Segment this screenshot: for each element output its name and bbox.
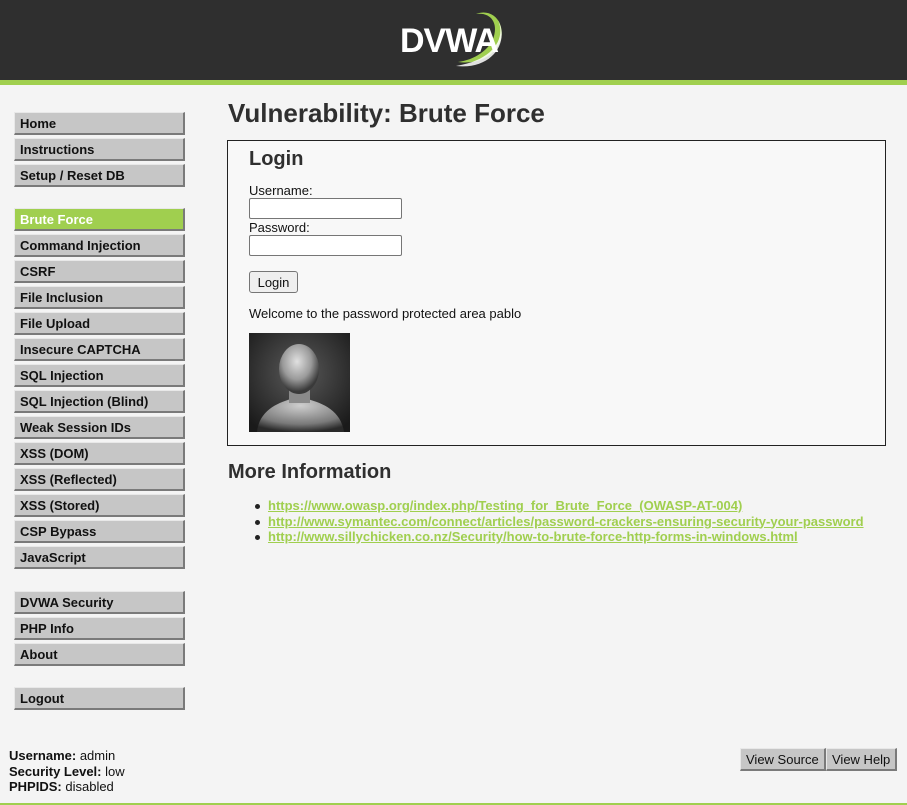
login-button[interactable]: Login xyxy=(249,271,298,293)
owasp-link[interactable]: https://www.owasp.org/index.php/Testing_… xyxy=(268,498,742,513)
menu-item-insecure-captcha[interactable]: Insecure CAPTCHA xyxy=(14,338,185,361)
login-panel: Login Username: Password: Login Welcome … xyxy=(227,140,886,446)
username-info-value: admin xyxy=(79,748,116,763)
menu-item-dvwa-security[interactable]: DVWA Security xyxy=(14,591,185,614)
view-help-button[interactable]: View Help xyxy=(826,748,897,771)
phpids-value: disabled xyxy=(65,779,114,794)
menu-item-file-inclusion[interactable]: File Inclusion xyxy=(14,286,185,309)
menu-item-csrf[interactable]: CSRF xyxy=(14,260,185,283)
list-item: https://www.owasp.org/index.php/Testing_… xyxy=(250,498,864,514)
menu-item-logout[interactable]: Logout xyxy=(14,687,185,710)
login-title: Login xyxy=(249,148,304,170)
menu-item-xss-reflected[interactable]: XSS (Reflected) xyxy=(14,468,185,491)
header-accent-line xyxy=(0,80,907,85)
menu-item-xss-dom[interactable]: XSS (DOM) xyxy=(14,442,185,465)
menu-group-logout: Logout xyxy=(14,687,185,713)
page-title: Vulnerability: Brute Force xyxy=(228,98,545,128)
menu-item-brute-force[interactable]: Brute Force xyxy=(14,208,185,231)
menu-item-about[interactable]: About xyxy=(14,643,185,666)
menu-item-xss-stored[interactable]: XSS (Stored) xyxy=(14,494,185,517)
menu-group-settings: DVWA Security PHP Info About xyxy=(14,591,185,669)
phpids-label: PHPIDS: xyxy=(9,779,62,794)
password-input[interactable] xyxy=(249,235,402,256)
header-bar: DVWA xyxy=(0,0,907,80)
security-level-label: Security Level: xyxy=(9,763,102,779)
security-level-value: low xyxy=(105,763,125,779)
list-item: http://www.symantec.com/connect/articles… xyxy=(250,514,864,530)
menu-item-php-info[interactable]: PHP Info xyxy=(14,617,185,640)
menu-group-main: Home Instructions Setup / Reset DB xyxy=(14,112,185,190)
username-input[interactable] xyxy=(249,198,402,219)
password-label: Password: xyxy=(249,220,310,235)
menu-item-command-injection[interactable]: Command Injection xyxy=(14,234,185,257)
menu-item-csp-bypass[interactable]: CSP Bypass xyxy=(14,520,185,543)
menu-item-weak-session-ids[interactable]: Weak Session IDs xyxy=(14,416,185,439)
user-avatar-image xyxy=(249,333,350,432)
menu-item-home[interactable]: Home xyxy=(14,112,185,135)
username-info-label: Username: xyxy=(9,748,77,763)
menu-item-javascript[interactable]: JavaScript xyxy=(14,546,185,569)
sillychicken-link[interactable]: http://www.sillychicken.co.nz/Security/h… xyxy=(268,529,798,544)
menu-group-vulnerabilities: Brute Force Command Injection CSRF File … xyxy=(14,208,185,572)
menu-item-sql-injection-blind[interactable]: SQL Injection (Blind) xyxy=(14,390,185,413)
view-source-button[interactable]: View Source xyxy=(740,748,826,771)
menu-item-setup-reset-db[interactable]: Setup / Reset DB xyxy=(14,164,185,187)
username-label: Username: xyxy=(249,183,313,198)
symantec-link[interactable]: http://www.symantec.com/connect/articles… xyxy=(268,514,864,529)
system-info: Username: admin Security Level: low PHPI… xyxy=(9,748,125,795)
list-item: http://www.sillychicken.co.nz/Security/h… xyxy=(250,529,864,545)
menu-item-sql-injection[interactable]: SQL Injection xyxy=(14,364,185,387)
dvwa-logo: DVWA xyxy=(396,8,508,70)
menu-item-instructions[interactable]: Instructions xyxy=(14,138,185,161)
welcome-message: Welcome to the password protected area p… xyxy=(249,306,522,321)
menu-item-file-upload[interactable]: File Upload xyxy=(14,312,185,335)
more-information-links: https://www.owasp.org/index.php/Testing_… xyxy=(250,498,864,545)
logo-text: DVWA xyxy=(400,22,499,60)
more-information-title: More Information xyxy=(228,461,392,483)
